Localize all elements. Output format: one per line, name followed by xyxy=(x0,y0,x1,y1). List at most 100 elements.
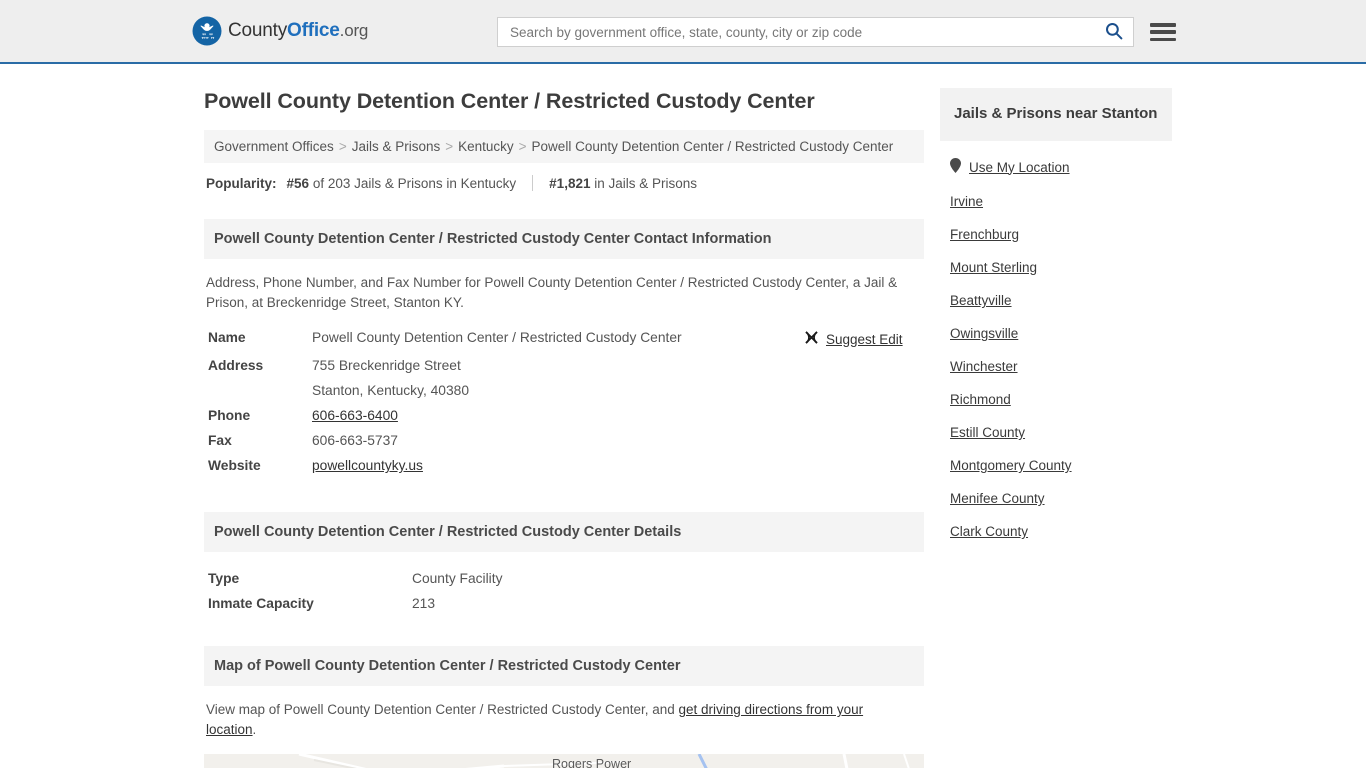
map-pin-icon xyxy=(950,158,961,176)
use-my-location-link[interactable]: Use My Location xyxy=(969,160,1070,175)
search-icon xyxy=(1105,22,1123,43)
sidebar-link-montgomery-county[interactable]: Montgomery County xyxy=(950,458,1072,473)
row-label-inmate-capacity: Inmate Capacity xyxy=(208,596,314,611)
sidebar-link-owingsville[interactable]: Owingsville xyxy=(950,326,1018,341)
table-row-type: Type County Facility xyxy=(204,566,924,591)
sidebar-item-irvine[interactable]: Irvine xyxy=(950,185,1172,218)
map-description-suffix: . xyxy=(252,722,257,737)
popularity-national-rank-text: in Jails & Prisons xyxy=(594,175,698,191)
page-body: Powell County Detention Center / Restric… xyxy=(0,64,1366,768)
map-label-rogers-power: Rogers Power xyxy=(552,757,631,768)
sidebar-heading: Jails & Prisons near Stanton xyxy=(940,88,1172,141)
row-value-address-line1: 755 Breckenridge Street xyxy=(312,358,461,373)
hamburger-bar-3 xyxy=(1150,37,1176,41)
search-box[interactable] xyxy=(497,17,1134,47)
row-value-website: powellcountyky.us xyxy=(312,453,804,478)
row-label-address: Address xyxy=(208,358,264,373)
breadcrumb-item-jails-prisons[interactable]: Jails & Prisons xyxy=(352,139,441,154)
table-row-address-line2: Stanton, Kentucky, 40380 xyxy=(204,378,924,403)
logo-text-office: Office xyxy=(287,20,340,41)
logo-wordmark: CountyOffice.org xyxy=(228,20,368,42)
sidebar-item-montgomery-county[interactable]: Montgomery County xyxy=(950,449,1172,482)
eagle-shield-icon xyxy=(192,16,222,46)
map-description: View map of Powell County Detention Cent… xyxy=(204,686,904,748)
website-link[interactable]: powellcountyky.us xyxy=(312,458,423,473)
row-label-type: Type xyxy=(208,571,240,586)
suggest-edit-label: Suggest Edit xyxy=(826,331,903,347)
row-value-inmate-capacity: 213 xyxy=(412,596,436,611)
row-value-name: Powell County Detention Center / Restric… xyxy=(312,330,682,345)
row-label-empty xyxy=(204,378,312,403)
sidebar-link-beattyville[interactable]: Beattyville xyxy=(950,293,1012,308)
spacer-cell-5 xyxy=(804,453,924,478)
table-row-address: Address 755 Breckenridge Street xyxy=(204,353,924,378)
sidebar-link-mount-sterling[interactable]: Mount Sterling xyxy=(950,260,1037,275)
page-title: Powell County Detention Center / Restric… xyxy=(204,89,815,113)
details-table: Type County Facility Inmate Capacity 213 xyxy=(204,566,924,616)
sidebar-link-richmond[interactable]: Richmond xyxy=(950,392,1011,407)
site-header: CountyOffice.org xyxy=(0,0,1366,64)
phone-link[interactable]: 606-663-6400 xyxy=(312,408,398,423)
row-label-website: Website xyxy=(208,458,261,473)
sidebar-link-menifee-county[interactable]: Menifee County xyxy=(950,491,1045,506)
breadcrumb-item-current: Powell County Detention Center / Restric… xyxy=(531,139,894,154)
main-column: Powell County Detention Center / Restric… xyxy=(204,88,924,768)
site-logo[interactable]: CountyOffice.org xyxy=(192,16,368,46)
contact-information-heading: Powell County Detention Center / Restric… xyxy=(204,219,924,259)
sidebar-link-clark-county[interactable]: Clark County xyxy=(950,524,1028,539)
sidebar-item-mount-sterling[interactable]: Mount Sterling xyxy=(950,251,1172,284)
sidebar: Jails & Prisons near Stanton Use My Loca… xyxy=(940,88,1172,548)
row-value-phone: 606-663-6400 xyxy=(312,403,804,428)
sidebar-link-estill-county[interactable]: Estill County xyxy=(950,425,1025,440)
sidebar-link-winchester[interactable]: Winchester xyxy=(950,359,1018,374)
row-value-type: County Facility xyxy=(412,571,503,586)
row-value-address-line2: Stanton, Kentucky, 40380 xyxy=(312,383,469,398)
map-heading: Map of Powell County Detention Center / … xyxy=(204,646,924,686)
sidebar-item-menifee-county[interactable]: Menifee County xyxy=(950,482,1172,515)
popularity-national-rank-number: #1,821 xyxy=(549,175,591,191)
sidebar-item-winchester[interactable]: Winchester xyxy=(950,350,1172,383)
row-value-fax: 606-663-5737 xyxy=(312,433,398,448)
popularity-row: Popularity: #56 of 203 Jails & Prisons i… xyxy=(204,163,924,205)
sidebar-link-irvine[interactable]: Irvine xyxy=(950,194,983,209)
suggest-edit-button[interactable]: Suggest Edit xyxy=(804,330,903,348)
breadcrumb-item-kentucky[interactable]: Kentucky xyxy=(458,139,514,154)
suggest-edit-cell: Suggest Edit xyxy=(804,325,924,353)
sidebar-item-beattyville[interactable]: Beattyville xyxy=(950,284,1172,317)
breadcrumb-separator-2: > xyxy=(445,139,454,154)
breadcrumb-separator-3: > xyxy=(518,139,527,154)
search-button[interactable] xyxy=(1103,22,1125,43)
spacer-cell-2 xyxy=(804,378,924,403)
row-label-name: Name xyxy=(208,330,246,345)
sidebar-link-frenchburg[interactable]: Frenchburg xyxy=(950,227,1019,242)
sidebar-item-frenchburg[interactable]: Frenchburg xyxy=(950,218,1172,251)
sidebar-item-clark-county[interactable]: Clark County xyxy=(950,515,1172,548)
search-input[interactable] xyxy=(508,23,1103,41)
spacer-cell-1 xyxy=(804,353,924,378)
breadcrumb-separator-1: > xyxy=(338,139,347,154)
contact-description: Address, Phone Number, and Fax Number fo… xyxy=(206,275,898,310)
popularity-state-rank: #56 of 203 Jails & Prisons in Kentucky xyxy=(287,176,517,191)
hamburger-menu-icon[interactable] xyxy=(1150,21,1176,43)
popularity-label: Popularity: xyxy=(206,175,277,191)
details-heading: Powell County Detention Center / Restric… xyxy=(204,512,924,552)
logo-text-county: County xyxy=(228,20,288,41)
popularity-divider xyxy=(532,175,534,191)
sidebar-item-use-my-location[interactable]: Use My Location xyxy=(950,149,1172,185)
sidebar-item-richmond[interactable]: Richmond xyxy=(950,383,1172,416)
row-label-fax: Fax xyxy=(208,433,232,448)
sidebar-item-owingsville[interactable]: Owingsville xyxy=(950,317,1172,350)
table-row-website: Website powellcountyky.us xyxy=(204,453,924,478)
spacer-cell-3 xyxy=(804,403,924,428)
popularity-state-rank-text: of 203 Jails & Prisons in Kentucky xyxy=(312,175,517,191)
hamburger-bar-1 xyxy=(1150,23,1176,27)
map-embed[interactable]: Rogers Power xyxy=(204,754,924,768)
popularity-state-rank-number: #56 xyxy=(286,175,310,191)
breadcrumb-item-government-offices[interactable]: Government Offices xyxy=(214,139,334,154)
sidebar-item-estill-county[interactable]: Estill County xyxy=(950,416,1172,449)
table-row-capacity: Inmate Capacity 213 xyxy=(204,591,924,616)
table-row-fax: Fax 606-663-5737 xyxy=(204,428,924,453)
sidebar-list: Use My Location Irvine Frenchburg Mount … xyxy=(940,141,1172,548)
hamburger-bar-2 xyxy=(1150,30,1176,34)
contact-information-table: Name Powell County Detention Center / Re… xyxy=(204,325,924,478)
